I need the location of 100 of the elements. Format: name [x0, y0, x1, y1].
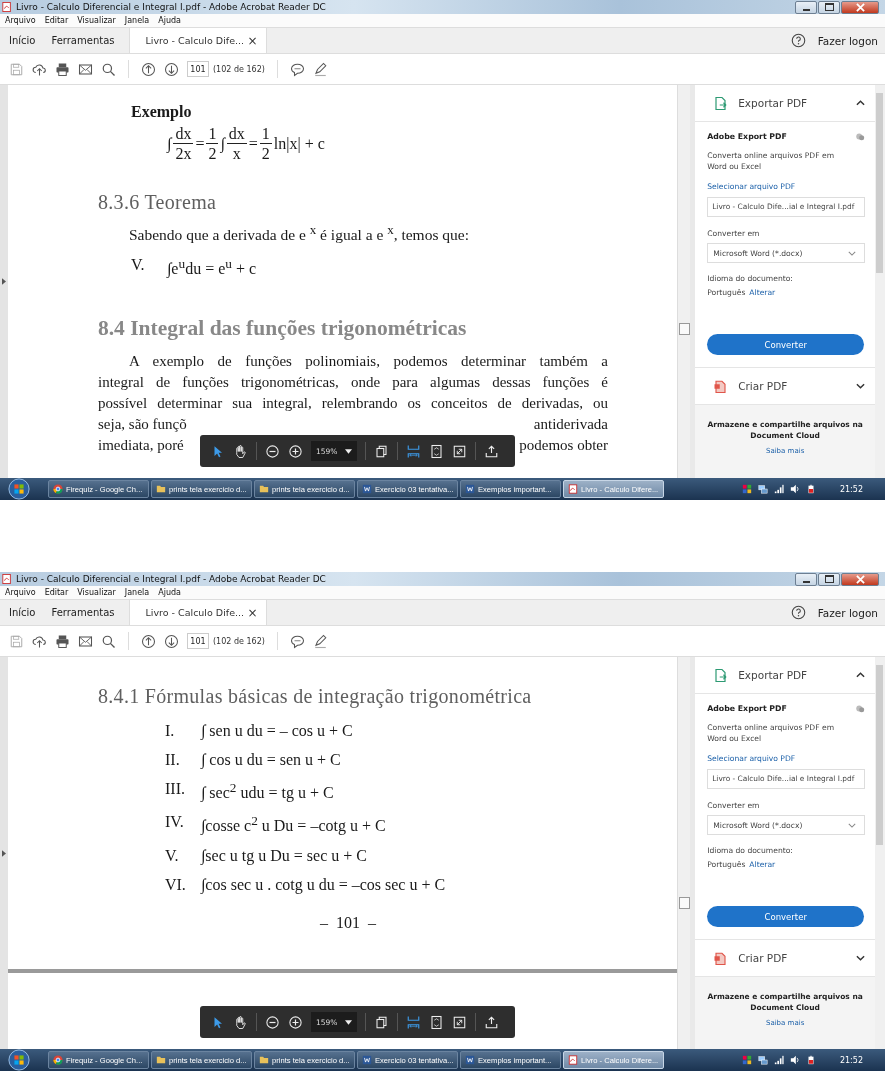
speaker-icon[interactable] — [789, 484, 800, 494]
print-icon[interactable] — [55, 61, 70, 77]
fit-page-icon[interactable] — [429, 1014, 445, 1030]
caret-icon — [345, 448, 353, 454]
folder-icon — [156, 1055, 166, 1065]
fit-page-icon[interactable] — [429, 443, 445, 459]
search-icon[interactable] — [101, 61, 116, 77]
next-page-icon[interactable] — [164, 633, 179, 649]
help-icon[interactable] — [790, 605, 806, 620]
hand-icon[interactable] — [233, 443, 248, 459]
menu-item[interactable]: Ajuda — [158, 588, 181, 597]
previous-page-icon[interactable] — [141, 61, 156, 77]
expand-arrow-icon[interactable] — [2, 278, 6, 285]
print-icon[interactable] — [55, 633, 70, 649]
zoom-out-icon[interactable] — [265, 1014, 280, 1030]
upload-icon[interactable] — [484, 1014, 500, 1030]
tab-close-button[interactable]: × — [247, 33, 258, 48]
scrollbar[interactable] — [677, 85, 691, 478]
pages-icon[interactable] — [374, 1014, 390, 1030]
maximize-button[interactable] — [818, 0, 840, 14]
pages-icon[interactable] — [374, 443, 390, 459]
expand-arrow-icon[interactable] — [2, 849, 6, 857]
document-tab[interactable]: Livro - Calculo Dife... × — [128, 600, 267, 625]
maximize-button[interactable] — [818, 572, 840, 586]
start-button[interactable] — [8, 1049, 30, 1071]
close-button[interactable] — [841, 572, 879, 586]
flag-icon[interactable] — [741, 1055, 752, 1065]
next-page-icon[interactable] — [164, 61, 179, 77]
scrollbar[interactable] — [875, 85, 885, 478]
fullscreen-icon[interactable] — [452, 443, 468, 459]
create-file-icon — [713, 950, 729, 966]
minimize-button[interactable] — [795, 0, 817, 14]
page-count: (102 de 162) — [213, 636, 265, 646]
menu-item[interactable]: Arquivo — [5, 16, 36, 25]
scrollbar[interactable] — [677, 657, 691, 1049]
menu-item[interactable]: Visualizar — [77, 16, 116, 25]
tab-close-button[interactable]: × — [247, 605, 258, 620]
nav-tab[interactable]: Ferramentas — [43, 600, 123, 625]
export-file-icon — [713, 95, 729, 111]
fit-width-icon[interactable] — [406, 443, 422, 459]
upload-icon[interactable] — [484, 443, 500, 459]
flag-icon[interactable] — [741, 484, 752, 494]
signal-icon[interactable] — [773, 484, 784, 494]
close-button[interactable] — [841, 0, 879, 14]
create-file-icon — [713, 378, 729, 394]
zoom-in-icon[interactable] — [288, 443, 303, 459]
nav-tab[interactable]: Início — [0, 28, 44, 53]
comment-icon[interactable] — [289, 633, 305, 649]
menu-item[interactable]: Editar — [44, 16, 69, 25]
fullscreen-icon[interactable] — [452, 1014, 468, 1030]
document-tab[interactable]: Livro - Calculo Dife... × — [128, 28, 267, 53]
fit-width-icon[interactable] — [406, 1014, 422, 1030]
network-icon[interactable] — [757, 484, 768, 494]
minimize-button[interactable] — [795, 572, 817, 586]
sign-in-link[interactable]: Fazer logon — [817, 600, 878, 625]
zoom-in-icon[interactable] — [288, 1014, 303, 1030]
menu-item[interactable]: Arquivo — [5, 588, 36, 597]
search-icon[interactable] — [101, 633, 116, 649]
cloud-upload-icon[interactable] — [32, 61, 47, 77]
menu-item[interactable]: Janela — [124, 16, 150, 25]
pen-icon[interactable] — [312, 61, 328, 77]
help-icon[interactable] — [790, 33, 806, 48]
example-label: Exemplo — [130, 103, 193, 121]
page-number-field[interactable]: 101 — [187, 61, 209, 77]
scrollbar[interactable] — [875, 657, 885, 1049]
formula: ∫cos sec u . cotg u du = –cos sec u + C — [201, 875, 446, 894]
list-number: I. — [165, 722, 176, 740]
folder-icon — [156, 484, 166, 494]
subsection-heading: 8.3.6 Teorema — [98, 190, 218, 214]
text-fragment: seja, são funçõ — [98, 415, 187, 435]
nav-tab[interactable]: Início — [0, 600, 44, 625]
previous-page-icon[interactable] — [141, 633, 156, 649]
folder-icon — [259, 484, 269, 494]
nav-tab[interactable]: Ferramentas — [43, 28, 123, 53]
page-number-field[interactable]: 101 — [187, 633, 209, 649]
convert-button[interactable]: Converter — [707, 334, 865, 355]
mail-icon[interactable] — [78, 633, 93, 649]
mail-icon[interactable] — [78, 61, 93, 77]
cloud-icon — [855, 704, 865, 713]
menu-item[interactable]: Janela — [124, 588, 150, 597]
convert-button[interactable]: Converter — [707, 906, 865, 927]
network-icon[interactable] — [757, 1055, 768, 1065]
speaker-icon[interactable] — [789, 1055, 800, 1065]
comment-icon[interactable] — [289, 61, 305, 77]
menu-item[interactable]: Ajuda — [158, 16, 181, 25]
zoom-out-icon[interactable] — [265, 443, 280, 459]
document-icon — [362, 1055, 372, 1065]
list-number: VI. — [165, 875, 187, 894]
cloud-upload-icon[interactable] — [32, 633, 47, 649]
sign-in-link[interactable]: Fazer logon — [817, 28, 878, 53]
cloud-icon — [855, 132, 865, 141]
hand-icon[interactable] — [233, 1014, 248, 1030]
start-button[interactable] — [8, 478, 30, 500]
paragraph-line: possível determinar sua integral, relembrando os conceitos de derivadas, ou — [98, 394, 608, 414]
menu-item[interactable]: Visualizar — [77, 588, 116, 597]
chevron-icon — [848, 822, 856, 828]
pen-icon[interactable] — [312, 633, 328, 649]
signal-icon[interactable] — [773, 1055, 784, 1065]
close-icon — [855, 574, 865, 584]
menu-item[interactable]: Editar — [44, 588, 69, 597]
